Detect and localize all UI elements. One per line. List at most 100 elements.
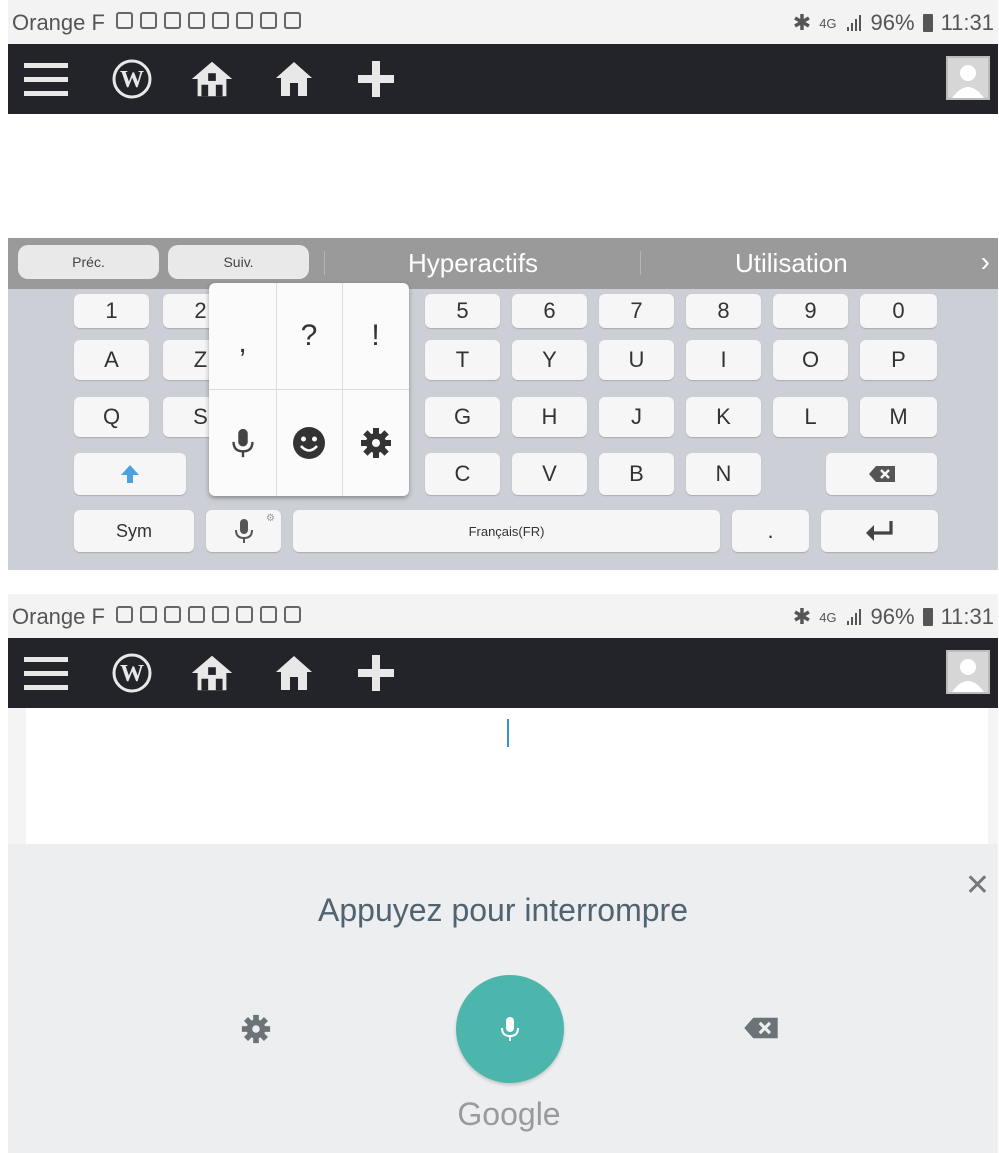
voice-input-panel: ✕ Appuyez pour interrompre Google <box>8 844 998 1153</box>
bluetooth-icon: ✱ <box>792 10 812 35</box>
signal-icon <box>846 15 861 31</box>
status-right: ✱ 4G 96% 11:31 <box>793 10 994 36</box>
smiley-icon <box>293 426 325 459</box>
notification-icons <box>116 12 301 29</box>
space-key[interactable]: Français(FR) <box>293 510 720 552</box>
mic-icon <box>501 1017 519 1041</box>
key[interactable]: I <box>686 340 761 380</box>
add-icon[interactable] <box>352 650 400 696</box>
menu-icon[interactable] <box>22 56 70 102</box>
key[interactable]: 5 <box>425 294 500 328</box>
exclamation-option[interactable]: ! <box>342 283 409 389</box>
bluetooth-icon: ✱ <box>792 604 812 629</box>
comma-option[interactable]: , <box>209 283 276 389</box>
key[interactable]: U <box>599 340 674 380</box>
suggestion-word[interactable]: Utilisation <box>735 248 848 279</box>
key[interactable]: 6 <box>512 294 587 328</box>
mic-button[interactable] <box>456 975 564 1083</box>
app-toolbar: W <box>8 44 998 114</box>
key[interactable]: 1 <box>74 294 149 328</box>
editor-area[interactable] <box>8 114 998 238</box>
key[interactable]: J <box>599 397 674 437</box>
clock: 11:31 <box>940 10 994 35</box>
key[interactable]: G <box>425 397 500 437</box>
key[interactable]: P <box>860 340 937 380</box>
key[interactable]: C <box>425 453 500 495</box>
popup-mic-option[interactable] <box>209 389 276 496</box>
key[interactable]: Y <box>512 340 587 380</box>
key[interactable]: B <box>599 453 674 495</box>
sym-key[interactable]: Sym <box>74 510 194 552</box>
key[interactable]: M <box>860 397 937 437</box>
screenshot-keyboard: Orange F ✱ 4G 96% 11:31 W Préc. Suiv. Hy… <box>8 0 998 570</box>
enter-key[interactable] <box>821 510 938 552</box>
key[interactable]: T <box>425 340 500 380</box>
signal-icon <box>846 609 861 625</box>
chevron-right-icon[interactable]: › <box>981 246 990 278</box>
mic-icon <box>231 428 254 457</box>
carrier-label: Orange F <box>12 604 105 629</box>
key[interactable]: A <box>74 340 149 380</box>
home-icon[interactable] <box>270 56 318 102</box>
key[interactable]: O <box>773 340 848 380</box>
mic-icon <box>234 519 253 543</box>
key[interactable]: Q <box>74 397 149 437</box>
avatar[interactable] <box>946 56 990 100</box>
voice-backspace-button[interactable] <box>743 1016 779 1045</box>
key[interactable]: 9 <box>773 294 848 328</box>
next-button[interactable]: Suiv. <box>168 245 309 279</box>
network-type: 4G <box>819 609 837 625</box>
key[interactable]: 7 <box>599 294 674 328</box>
suggestion-divider <box>324 251 325 275</box>
shift-arrow-icon <box>121 465 139 483</box>
add-icon[interactable] <box>352 56 400 102</box>
svg-text:W: W <box>120 67 144 93</box>
wordpress-icon[interactable]: W <box>108 56 156 102</box>
status-bar: Orange F ✱ 4G 96% 11:31 <box>8 594 998 638</box>
key[interactable]: V <box>512 453 587 495</box>
my-sites-icon[interactable] <box>188 650 236 696</box>
key[interactable]: 8 <box>686 294 761 328</box>
battery-level: 96% <box>870 10 915 35</box>
status-right: ✱ 4G 96% 11:31 <box>793 604 994 630</box>
key[interactable]: 0 <box>860 294 937 328</box>
wordpress-icon[interactable]: W <box>108 650 156 696</box>
question-option[interactable]: ? <box>276 283 342 389</box>
voice-prompt: Appuyez pour interrompre <box>318 892 688 928</box>
shift-key[interactable] <box>74 453 186 495</box>
suggestion-word[interactable]: Hyperactifs <box>408 248 538 279</box>
avatar[interactable] <box>946 650 990 694</box>
my-sites-icon[interactable] <box>188 56 236 102</box>
enter-icon <box>865 521 893 541</box>
backspace-key[interactable] <box>826 453 937 495</box>
google-wordmark: Google <box>457 1096 561 1132</box>
backspace-icon <box>744 1017 778 1039</box>
prev-button[interactable]: Préc. <box>18 245 159 279</box>
key[interactable]: K <box>686 397 761 437</box>
punctuation-popup: , ? ! <box>209 283 409 496</box>
battery-icon <box>922 608 933 626</box>
network-type: 4G <box>819 15 837 31</box>
editor-area[interactable] <box>8 708 998 844</box>
menu-icon[interactable] <box>22 650 70 696</box>
gear-icon <box>241 1014 271 1044</box>
popup-emoji-option[interactable] <box>276 389 342 496</box>
voice-input-key[interactable]: ⚙ <box>206 510 281 552</box>
key[interactable]: L <box>773 397 848 437</box>
voice-settings-button[interactable] <box>240 1013 272 1050</box>
app-toolbar: W <box>8 638 998 708</box>
screenshot-voice-input: Orange F ✱ 4G 96% 11:31 W ✕ Appuyez pour… <box>8 594 998 1153</box>
home-icon[interactable] <box>270 650 318 696</box>
key[interactable]: H <box>512 397 587 437</box>
popup-settings-option[interactable] <box>342 389 409 496</box>
period-key[interactable]: . <box>732 510 809 552</box>
battery-level: 96% <box>870 604 915 629</box>
battery-icon <box>922 14 933 32</box>
status-bar: Orange F ✱ 4G 96% 11:31 <box>8 0 998 44</box>
text-cursor <box>507 719 509 747</box>
svg-text:W: W <box>120 661 144 687</box>
keyboard: 1 2 5 6 7 8 9 0 A Z T Y U I O P Q S G H … <box>8 289 998 570</box>
key[interactable]: N <box>686 453 761 495</box>
gear-icon <box>360 427 391 458</box>
suggestion-divider <box>640 251 641 275</box>
